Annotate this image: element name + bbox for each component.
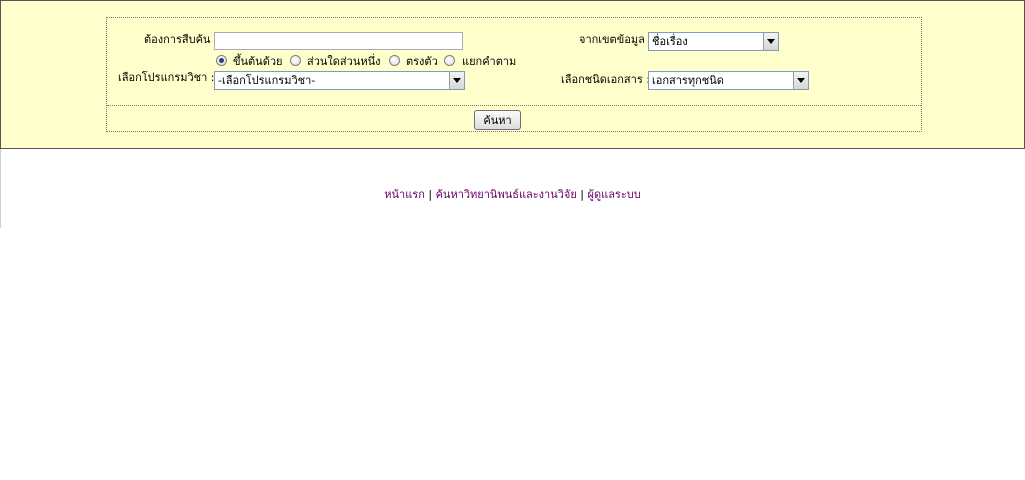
doctype-label: เลือกชนิดเอกสาร : xyxy=(561,73,650,86)
form-divider xyxy=(107,105,921,106)
program-selected-value: -เลือกโปรแกรมวิชา- xyxy=(218,74,316,87)
footer-separator: | xyxy=(576,188,588,201)
search-form: ต้องการสืบค้น : จากเขตข้อมูล : ชื่อเรื่อ… xyxy=(106,17,922,132)
chevron-down-icon[interactable] xyxy=(449,72,464,89)
match-option-radio-exact[interactable] xyxy=(389,55,400,66)
match-option-label-starts: ขึ้นต้นด้วย xyxy=(233,55,283,68)
match-option-radio-split[interactable] xyxy=(444,55,455,66)
match-option-radio-starts[interactable] xyxy=(216,55,227,66)
keyword-input[interactable] xyxy=(214,32,463,50)
footer-link-admin[interactable]: ผู้ดูแลระบบ xyxy=(588,188,641,201)
footer-link-search-theses[interactable]: ค้นหาวิทยานิพนธ์และงานวิจัย xyxy=(436,188,577,201)
doctype-select[interactable]: เอกสารทุกชนิด xyxy=(648,71,809,90)
footer-link-home[interactable]: หน้าแรก xyxy=(384,188,425,201)
program-select[interactable]: -เลือกโปรแกรมวิชา- xyxy=(214,71,465,90)
chevron-down-icon[interactable] xyxy=(763,33,778,50)
scope-select[interactable]: ชื่อเรื่อง xyxy=(648,32,779,51)
scope-selected-value: ชื่อเรื่อง xyxy=(652,35,688,48)
footer-separator: | xyxy=(424,188,436,201)
match-option-label-contains: ส่วนใดส่วนหนึ่ง xyxy=(307,55,381,68)
match-option-label-exact: ตรงตัว xyxy=(406,55,438,68)
match-option-label-split: แยกคำตาม xyxy=(462,55,517,68)
keyword-label: ต้องการสืบค้น : xyxy=(144,33,218,46)
program-label: เลือกโปรแกรมวิชา : xyxy=(118,71,215,84)
search-button[interactable]: ค้นหา xyxy=(474,110,521,130)
doctype-selected-value: เอกสารทุกชนิด xyxy=(652,74,724,87)
chevron-down-icon[interactable] xyxy=(793,72,808,89)
match-option-radio-contains[interactable] xyxy=(290,55,301,66)
scope-label: จากเขตข้อมูล : xyxy=(579,33,653,46)
search-panel: ต้องการสืบค้น : จากเขตข้อมูล : ชื่อเรื่อ… xyxy=(0,0,1025,149)
footer-nav: หน้าแรก | ค้นหาวิทยานิพนธ์และงานวิจัย | … xyxy=(0,185,1025,203)
